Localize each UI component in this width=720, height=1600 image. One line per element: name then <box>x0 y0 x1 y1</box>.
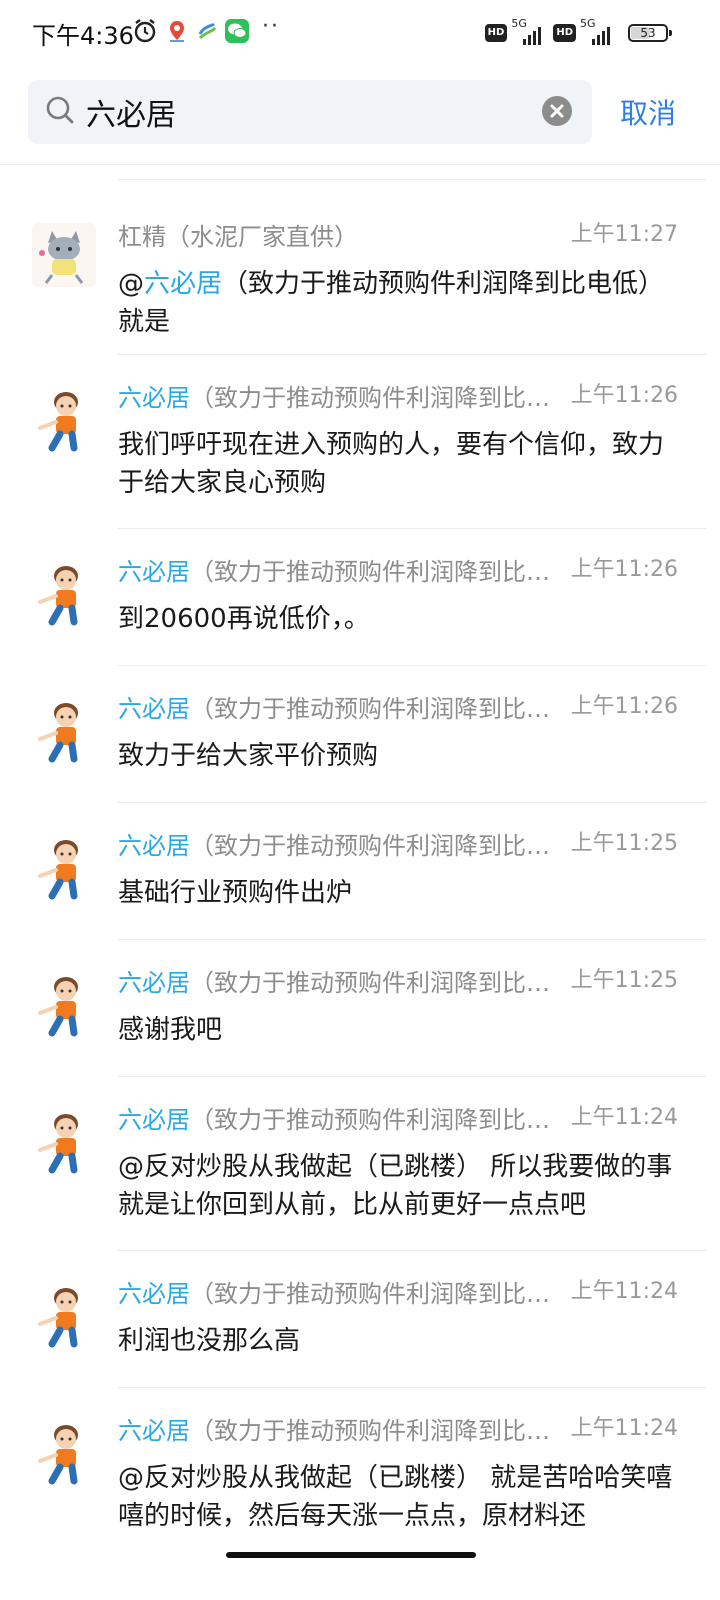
message-time: 上午11:24 <box>570 1416 678 1441</box>
boy-avatar[interactable] <box>32 1421 96 1485</box>
message-time: 上午11:24 <box>570 1279 678 1304</box>
sender-name: 六必居（致力于推动预购件利润降到比… <box>118 1417 550 1445</box>
message-text: @六必居（致力于推动预购件利润降到比电低） 就是 <box>118 269 665 337</box>
sender-name: 六必居（致力于推动预购件利润降到比… <box>118 695 550 723</box>
hd-badge-1: HD <box>484 24 508 42</box>
alarm-icon <box>134 19 156 43</box>
list-item[interactable]: 六必居（致力于推动预购件利润降到比… 上午11:26 到20600再说低价，。 <box>0 528 720 665</box>
boy-avatar[interactable] <box>32 1284 96 1348</box>
message-time: 上午11:26 <box>570 383 678 408</box>
boy-avatar[interactable] <box>32 562 96 626</box>
divider <box>118 939 706 940</box>
status-indicators: HD 5G HD 5G 53 <box>484 17 672 46</box>
message-time: 上午11:25 <box>570 968 678 993</box>
message-time: 上午11:26 <box>570 694 678 719</box>
search-input[interactable] <box>86 80 526 144</box>
boy-avatar[interactable] <box>32 699 96 763</box>
sender-name: 杠精（水泥厂家直供） <box>118 223 358 251</box>
sender-name: 六必居（致力于推动预购件利润降到比… <box>118 384 550 412</box>
signal-icon-1: 5G <box>511 17 549 45</box>
search-icon <box>46 96 74 124</box>
message-time: 上午11:24 <box>570 1105 678 1130</box>
divider <box>118 1387 706 1388</box>
boy-avatar[interactable] <box>32 388 96 452</box>
message-text: 到20600再说低价，。 <box>118 604 370 634</box>
divider <box>118 354 706 355</box>
divider <box>118 802 706 803</box>
message-text: 利润也没那么高 <box>118 1326 301 1356</box>
status-time: 下午4:36 <box>32 22 134 50</box>
list-item[interactable]: 六必居（致力于推动预购件利润降到比… 上午11:26 我们呼吁现在进入预购的人，… <box>0 354 720 528</box>
hd-badge-2: HD <box>553 24 576 42</box>
list-item[interactable]: 六必居（致力于推动预购件利润降到比… 上午11:25 基础行业预购件出炉 <box>0 802 720 939</box>
message-time: 上午11:27 <box>570 222 678 247</box>
boy-avatar[interactable] <box>32 836 96 900</box>
divider <box>118 528 706 529</box>
message-text: 致力于给大家平价预购 <box>118 741 379 771</box>
list-item[interactable]: 六必居（致力于推动预购件利润降到比… 上午11:24 @反对炒股从我做起（已跳楼… <box>0 1076 720 1250</box>
divider <box>118 1250 706 1251</box>
list-item[interactable]: 六必居（致力于推动预购件利润降到比… 上午11:26 致力于给大家平价预购 <box>0 665 720 802</box>
boy-avatar[interactable] <box>32 973 96 1037</box>
china-mobile-icon <box>198 22 217 40</box>
message-time: 上午11:26 <box>570 557 678 582</box>
message-text: 我们呼吁现在进入预购的人，要有个信仰，致力于给大家良心预购 <box>118 430 665 498</box>
message-text: @反对炒股从我做起（已跳楼） 所以我要做的事就是让你回到从前，比从前更好一点点吧 <box>118 1152 673 1220</box>
search-box[interactable] <box>28 80 592 144</box>
message-time: 上午11:25 <box>570 831 678 856</box>
signal-icon-2: 5G <box>580 17 618 45</box>
status-bar: 下午4:36 ·· HD 5G HD 5G 53 <box>0 0 720 64</box>
wechat-icon <box>225 19 249 43</box>
cat-avatar[interactable] <box>32 223 96 287</box>
clear-search-button[interactable] <box>542 96 572 126</box>
message-text: 基础行业预购件出炉 <box>118 878 353 908</box>
divider <box>118 1076 706 1077</box>
more-notifications-icon: ·· <box>262 14 280 39</box>
sender-name: 六必居（致力于推动预购件利润降到比… <box>118 832 550 860</box>
divider <box>118 179 706 180</box>
list-item[interactable]: 六必居（致力于推动预购件利润降到比… 上午11:25 感谢我吧 <box>0 939 720 1076</box>
message-text: @反对炒股从我做起（已跳楼） 就是苦哈哈笑嘻嘻的时候，然后每天涨一点点，原材料还 <box>118 1463 673 1531</box>
search-results-list[interactable]: 杠精（水泥厂家直供） 上午11:27 @六必居（致力于推动预购件利润降到比电低）… <box>0 165 720 1600</box>
sender-name: 六必居（致力于推动预购件利润降到比… <box>118 558 550 586</box>
list-item[interactable]: 杠精（水泥厂家直供） 上午11:27 @六必居（致力于推动预购件利润降到比电低）… <box>0 179 720 354</box>
message-text: 感谢我吧 <box>118 1015 223 1045</box>
divider <box>118 665 706 666</box>
boy-avatar[interactable] <box>32 1110 96 1174</box>
cancel-button[interactable]: 取消 <box>620 92 676 132</box>
sender-name: 六必居（致力于推动预购件利润降到比… <box>118 969 550 997</box>
sender-name: 六必居（致力于推动预购件利润降到比… <box>118 1280 550 1308</box>
list-item[interactable]: 六必居（致力于推动预购件利润降到比… 上午11:24 @反对炒股从我做起（已跳楼… <box>0 1387 720 1600</box>
close-icon <box>550 104 564 118</box>
home-indicator[interactable] <box>226 1552 476 1558</box>
list-item[interactable]: 六必居（致力于推动预购件利润降到比… 上午11:24 利润也没那么高 <box>0 1250 720 1387</box>
battery-icon: 53 <box>628 24 672 42</box>
sender-name: 六必居（致力于推动预购件利润降到比… <box>118 1106 550 1134</box>
battery-level: 53 <box>640 26 656 40</box>
location-pin-icon <box>170 21 184 42</box>
